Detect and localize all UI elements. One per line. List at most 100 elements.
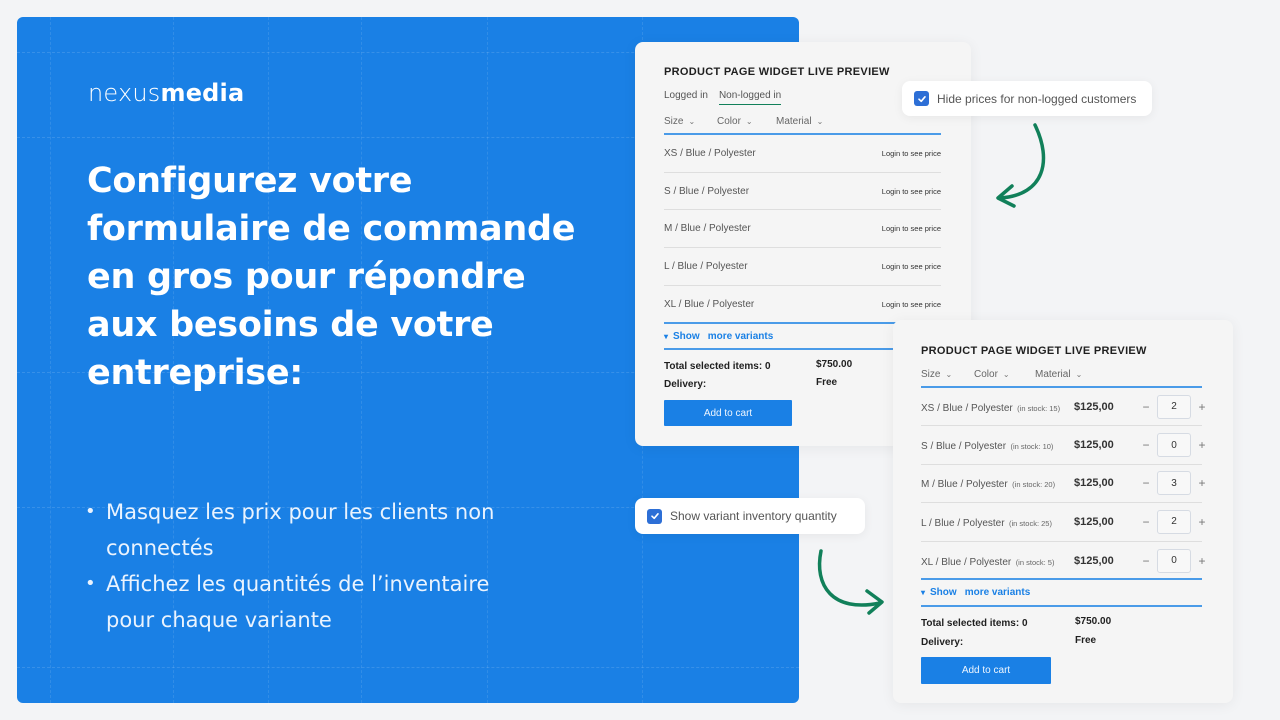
filter-color[interactable]: Color ⌄ bbox=[974, 369, 1035, 380]
show-inventory-option[interactable]: Show variant inventory quantity bbox=[635, 498, 865, 534]
check-icon bbox=[650, 513, 659, 520]
feature-item: • Affichez les quantités de l’inventaire … bbox=[83, 566, 523, 638]
bullet-icon: • bbox=[85, 501, 96, 522]
stock-count: (in stock: 15) bbox=[1017, 403, 1061, 413]
show-more-text: more variants bbox=[707, 331, 774, 342]
total-value: $750.00 bbox=[816, 359, 853, 370]
delivery-label: Delivery: bbox=[664, 379, 707, 390]
chevron-down-icon: ⌄ bbox=[1002, 370, 1010, 379]
login-to-see-price-link[interactable]: Login to see price bbox=[882, 149, 941, 158]
variant-list: XS / Blue / Polyester (in stock: 15) $12… bbox=[921, 388, 1206, 580]
login-to-see-price-link[interactable]: Login to see price bbox=[882, 300, 941, 309]
quantity-stepper: −2 + bbox=[1139, 509, 1209, 534]
filter-material[interactable]: Material ⌄ bbox=[776, 116, 823, 127]
variant-row: XL / Blue / Polyester (in stock: 5) $125… bbox=[921, 542, 1206, 580]
feature-text: Masquez les prix pour les clients non co… bbox=[106, 500, 495, 560]
variant-row: XS / Blue / Polyester (in stock: 15) $12… bbox=[921, 388, 1206, 427]
chevron-down-icon: ⌄ bbox=[1075, 370, 1083, 379]
grid-line bbox=[50, 17, 51, 703]
variant-name: M / Blue / Polyester bbox=[921, 479, 1008, 491]
decrement-button[interactable]: − bbox=[1139, 438, 1153, 452]
decrement-button[interactable]: − bbox=[1139, 400, 1153, 414]
hide-prices-checkbox[interactable] bbox=[914, 91, 929, 106]
stock-count: (in stock: 20) bbox=[1012, 480, 1056, 490]
variant-row: L / Blue / Polyester (in stock: 25) $125… bbox=[921, 503, 1206, 542]
filter-material[interactable]: Material ⌄ bbox=[1035, 369, 1082, 380]
headline: Configurez votre formulaire de commande … bbox=[87, 161, 576, 393]
widget-preview-inventory: PRODUCT PAGE WIDGET LIVE PREVIEW Size ⌄ C… bbox=[893, 320, 1233, 703]
hide-prices-option[interactable]: Hide prices for non-logged customers bbox=[902, 81, 1152, 116]
caret-down-icon: ▾ bbox=[664, 332, 669, 341]
login-to-see-price-link[interactable]: Login to see price bbox=[882, 224, 941, 233]
variant-filters: Size ⌄ Color ⌄ Material ⌄ bbox=[664, 116, 823, 127]
variant-row: M / Blue / Polyester Login to see price bbox=[664, 210, 941, 249]
decrement-button[interactable]: − bbox=[1139, 554, 1153, 568]
login-to-see-price-link[interactable]: Login to see price bbox=[882, 187, 941, 196]
feature-item: • Masquez les prix pour les clients non c… bbox=[83, 494, 523, 566]
divider bbox=[921, 605, 1202, 607]
quantity-input[interactable]: 2 bbox=[1157, 509, 1191, 534]
variant-name: L / Blue / Polyester bbox=[921, 517, 1005, 529]
filter-size[interactable]: Size ⌄ bbox=[664, 116, 717, 127]
quantity-input[interactable]: 0 bbox=[1157, 548, 1191, 573]
variant-name: S / Blue / Polyester bbox=[921, 441, 1007, 453]
variant-price: $125,00 bbox=[1074, 400, 1114, 413]
total-value: $750.00 bbox=[1075, 616, 1112, 627]
increment-button[interactable]: + bbox=[1195, 400, 1209, 414]
variant-row: S / Blue / Polyester Login to see price bbox=[664, 173, 941, 211]
show-more-variants-button[interactable]: ▾ Show more variants bbox=[921, 587, 1030, 598]
add-to-cart-button[interactable]: Add to cart bbox=[664, 400, 792, 426]
variant-price: $125,00 bbox=[1074, 515, 1114, 528]
feature-text: Affichez les quantités de l’inventaire p… bbox=[106, 572, 490, 632]
variant-name: M / Blue / Polyester bbox=[664, 223, 751, 235]
show-more-word: Show bbox=[930, 587, 957, 598]
delivery-label: Delivery: bbox=[921, 637, 964, 648]
variant-name: XS / Blue / Polyester bbox=[664, 147, 756, 159]
variant-name: XS / Blue / Polyester bbox=[921, 402, 1013, 414]
stock-count: (in stock: 10) bbox=[1010, 442, 1054, 452]
add-to-cart-button[interactable]: Add to cart bbox=[921, 657, 1051, 684]
filter-label: Color bbox=[974, 369, 998, 380]
check-icon bbox=[917, 95, 926, 102]
widget-title: PRODUCT PAGE WIDGET LIVE PREVIEW bbox=[664, 66, 890, 78]
increment-button[interactable]: + bbox=[1195, 438, 1209, 452]
quantity-input[interactable]: 0 bbox=[1157, 433, 1191, 458]
variant-row: XS / Blue / Polyester Login to see price bbox=[664, 135, 941, 173]
total-selected-label: Total selected items: 0 bbox=[664, 361, 771, 372]
variant-row: S / Blue / Polyester (in stock: 10) $125… bbox=[921, 426, 1206, 465]
filter-label: Material bbox=[1035, 369, 1071, 380]
filter-label: Color bbox=[717, 116, 741, 127]
filter-size[interactable]: Size ⌄ bbox=[921, 369, 974, 380]
quantity-input[interactable]: 2 bbox=[1157, 394, 1191, 419]
decrement-button[interactable]: − bbox=[1139, 476, 1153, 490]
login-to-see-price-link[interactable]: Login to see price bbox=[882, 262, 941, 271]
widget-title: PRODUCT PAGE WIDGET LIVE PREVIEW bbox=[921, 345, 1147, 357]
chevron-down-icon: ⌄ bbox=[816, 117, 824, 126]
variant-row: L / Blue / Polyester Login to see price bbox=[664, 248, 941, 286]
feature-list: • Masquez les prix pour les clients non c… bbox=[83, 494, 523, 638]
filter-label: Size bbox=[664, 116, 684, 127]
increment-button[interactable]: + bbox=[1195, 515, 1209, 529]
tab-non-logged-in[interactable]: Non-logged in bbox=[718, 90, 782, 105]
filter-color[interactable]: Color ⌄ bbox=[717, 116, 776, 127]
quantity-input[interactable]: 3 bbox=[1157, 471, 1191, 496]
show-inventory-checkbox[interactable] bbox=[647, 508, 662, 524]
delivery-value: Free bbox=[816, 377, 838, 388]
variant-name: XL / Blue / Polyester bbox=[664, 299, 755, 311]
delivery-value: Free bbox=[1075, 635, 1097, 646]
brand-logo-light: nexus bbox=[88, 79, 161, 107]
increment-button[interactable]: + bbox=[1195, 476, 1209, 490]
show-inventory-label: Show variant inventory quantity bbox=[670, 509, 837, 523]
variant-name: XL / Blue / Polyester bbox=[921, 556, 1012, 568]
quantity-stepper: −3 + bbox=[1139, 471, 1209, 496]
grid-line bbox=[17, 667, 799, 668]
increment-button[interactable]: + bbox=[1195, 554, 1209, 568]
variant-row: XL / Blue / Polyester Login to see price bbox=[664, 286, 941, 324]
stock-count: (in stock: 5) bbox=[1015, 557, 1055, 567]
decrement-button[interactable]: − bbox=[1139, 515, 1153, 529]
chevron-down-icon: ⌄ bbox=[688, 117, 696, 126]
show-more-variants-button[interactable]: ▾ Show more variants bbox=[664, 331, 773, 342]
brand-logo: nexusmedia bbox=[88, 77, 244, 108]
variant-name: L / Blue / Polyester bbox=[664, 260, 748, 272]
tab-logged-in[interactable]: Logged in bbox=[664, 90, 708, 105]
